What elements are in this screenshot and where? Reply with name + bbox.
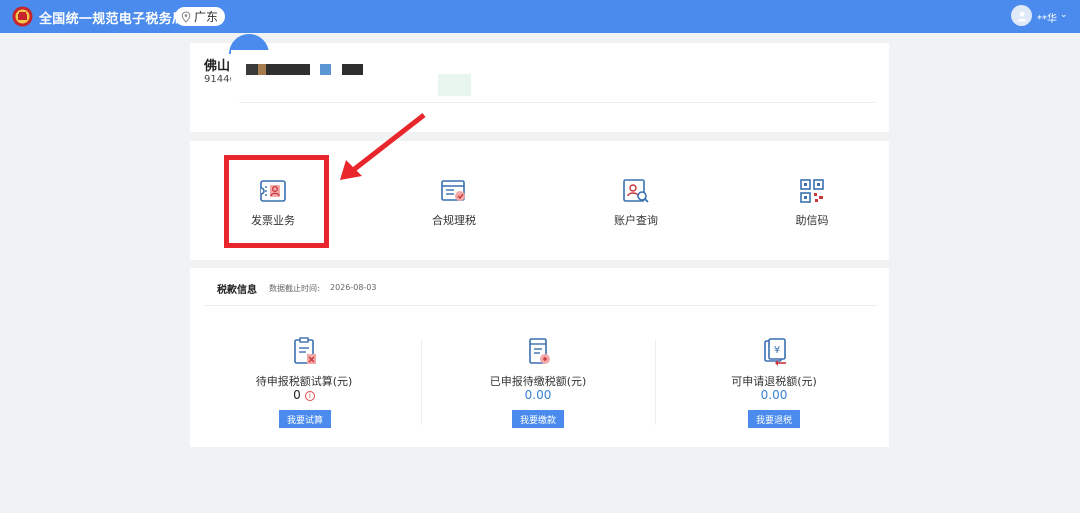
divider	[239, 102, 875, 103]
qr-code-icon	[800, 179, 824, 203]
metric-value-row: 0i	[204, 388, 404, 402]
metric-value: 0.00	[760, 388, 788, 402]
metric-pending-declaration: 待申报税额试算(元) 0i 我要试算	[204, 336, 404, 436]
refund-button[interactable]: 我要退税	[748, 410, 800, 428]
tax-bureau-emblem-icon[interactable]	[12, 6, 33, 27]
highlight-annotation	[224, 155, 329, 248]
region-selector[interactable]: 广东	[175, 7, 225, 26]
svg-text:¥: ¥	[774, 345, 780, 356]
metric-value: 0.00	[524, 388, 552, 402]
service-account-query[interactable]: 账户查询	[576, 141, 696, 260]
chevron-down-icon[interactable]: ⌄	[1060, 10, 1068, 20]
company-name: 佛山	[204, 59, 231, 74]
info-icon[interactable]: i	[304, 390, 315, 401]
section-title: 税款信息	[217, 285, 257, 296]
redacted-area	[231, 50, 441, 102]
column-divider	[421, 340, 422, 425]
location-pin-icon	[181, 10, 191, 23]
pay-button[interactable]: 我要缴款	[512, 410, 564, 428]
top-navigation-bar: 全国统一规范电子税务局 广东 **华 ⌄	[0, 0, 1080, 33]
user-avatar[interactable]	[1011, 5, 1032, 26]
tax-bill-icon	[529, 338, 550, 364]
clipboard-calc-icon	[294, 337, 316, 364]
metric-value: 0	[293, 388, 301, 402]
divider	[204, 305, 877, 306]
region-label: 广东	[194, 10, 219, 24]
pointer-arrow-annotation	[340, 113, 426, 180]
service-credit-code[interactable]: 助信码	[752, 141, 872, 260]
data-time-label: 数据截止时间:	[269, 284, 320, 293]
metric-refundable: ¥ 可申请退税额(元) 0.00 我要退税	[674, 336, 874, 436]
redaction-mosaic	[320, 64, 331, 75]
status-badge	[438, 74, 471, 96]
metric-label: 待申报税额试算(元)	[255, 375, 353, 388]
company-tax-id: 9144(	[204, 74, 234, 85]
refund-icon: ¥	[764, 338, 786, 366]
site-title[interactable]: 全国统一规范电子税务局	[39, 8, 185, 27]
user-icon	[1017, 11, 1026, 21]
account-search-icon	[623, 179, 649, 203]
column-divider	[655, 340, 656, 425]
service-label: 助信码	[795, 214, 829, 227]
compliance-icon	[441, 180, 465, 201]
service-label: 合规理税	[432, 214, 476, 227]
username-label[interactable]: **华	[1037, 10, 1057, 25]
redaction-mosaic	[342, 64, 363, 75]
trial-calc-button[interactable]: 我要试算	[279, 410, 331, 428]
metric-label: 已申报待缴税额(元)	[489, 375, 587, 388]
service-label: 账户查询	[614, 214, 658, 227]
redaction-mosaic	[246, 64, 310, 75]
metric-declared-unpaid: 已申报待缴税额(元) 0.00 我要缴款	[438, 336, 638, 436]
data-time-value: 2026-08-03	[330, 283, 377, 292]
metric-label: 可申请退税额(元)	[731, 375, 817, 388]
